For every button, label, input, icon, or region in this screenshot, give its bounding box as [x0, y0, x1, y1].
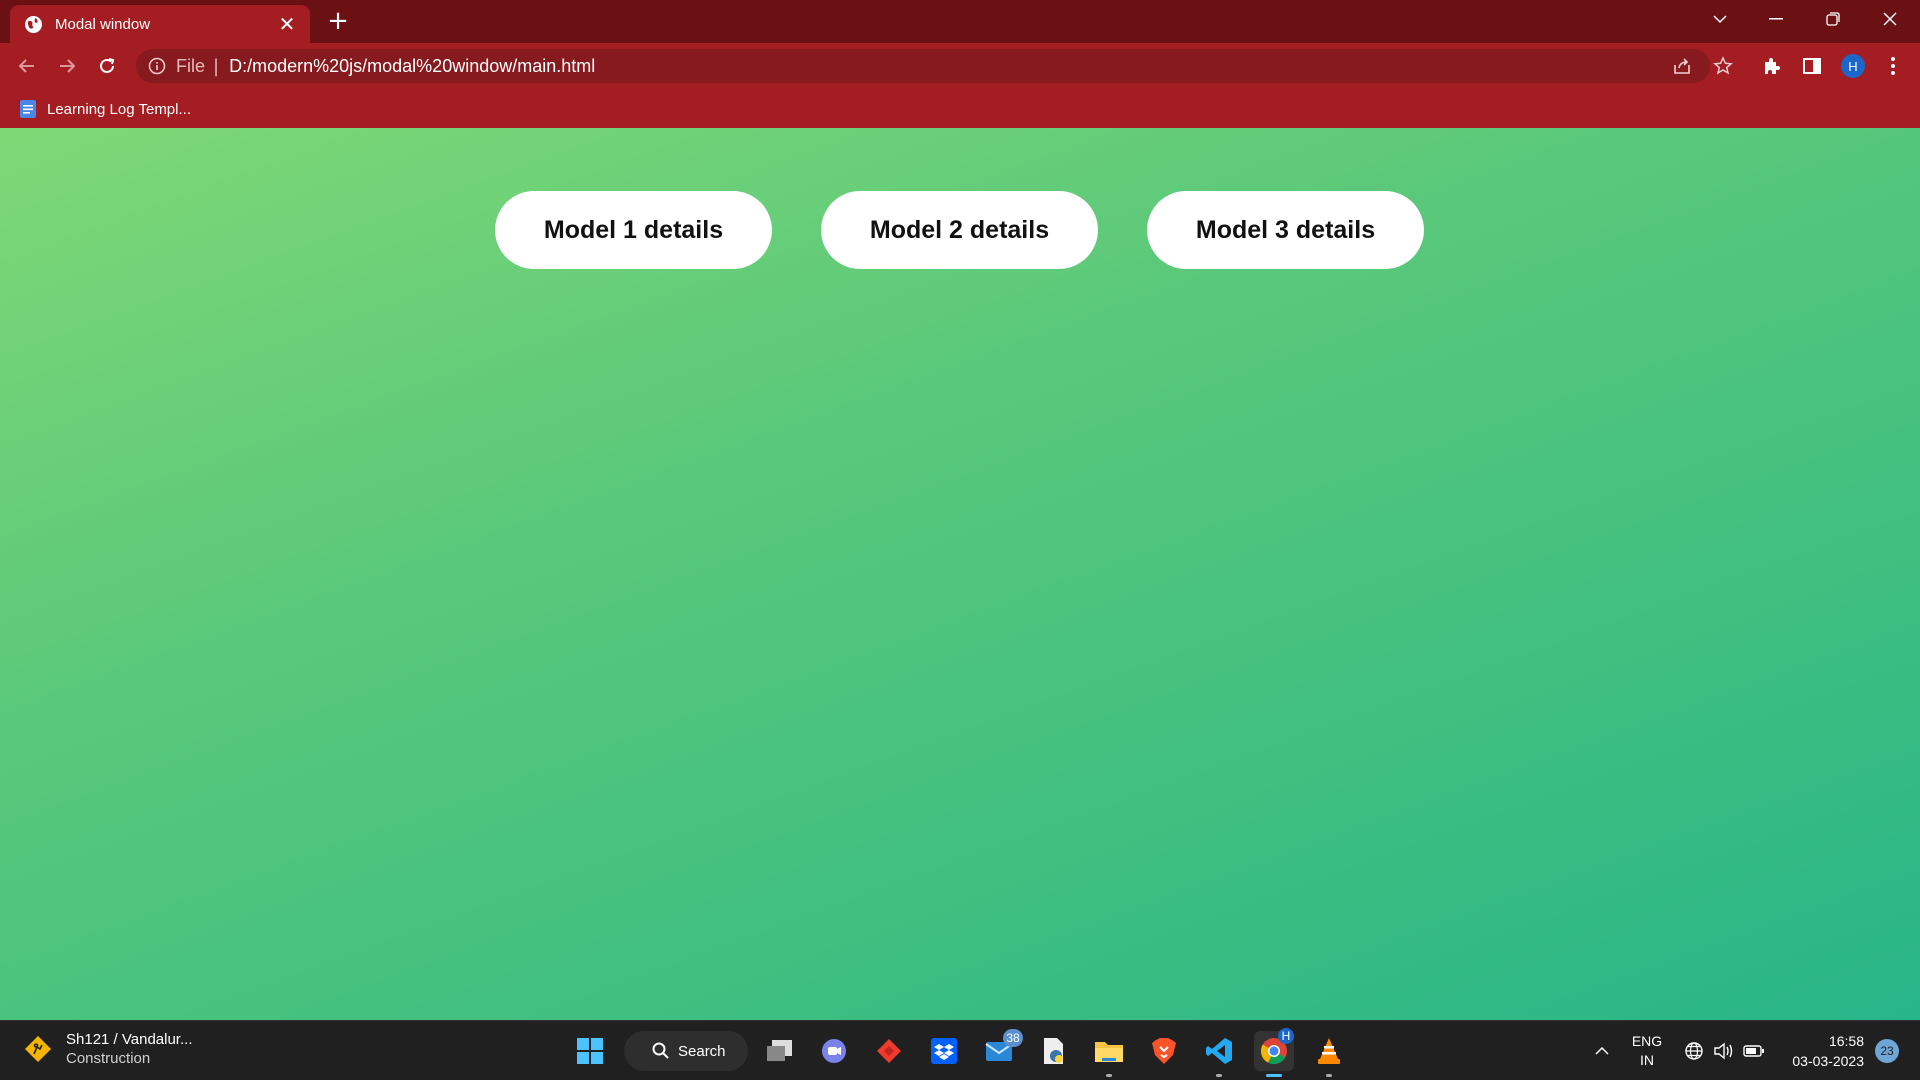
side-panel-icon[interactable] — [1797, 51, 1827, 81]
notification-center[interactable]: 23 — [1872, 1021, 1902, 1080]
running-indicator — [1266, 1074, 1282, 1077]
back-arrow-icon[interactable] — [12, 51, 42, 81]
taskbar: Sh121 / Vandalur... Construction Search … — [0, 1020, 1920, 1080]
model-1-details-button[interactable]: Model 1 details — [495, 191, 772, 269]
browser-toolbar: File | D:/modern%20js/modal%20window/mai… — [0, 43, 1920, 89]
profile-avatar[interactable]: H — [1838, 51, 1868, 81]
clock-date: 03-03-2023 — [1792, 1053, 1864, 1069]
show-hidden-icons-chevron-icon[interactable] — [1586, 1021, 1618, 1080]
tab-search-icon[interactable] — [1692, 0, 1748, 38]
bookmark-star-icon[interactable] — [1708, 51, 1738, 81]
chrome-profile-badge: H — [1278, 1028, 1294, 1044]
address-bar[interactable]: File | D:/modern%20js/modal%20window/mai… — [136, 49, 1710, 83]
weather-widget[interactable]: Sh121 / Vandalur... Construction — [22, 1031, 192, 1067]
vlc-icon[interactable] — [1309, 1031, 1349, 1077]
url-text[interactable]: D:/modern%20js/modal%20window/main.html — [229, 56, 595, 77]
google-docs-icon — [20, 100, 36, 118]
task-view-icon[interactable] — [760, 1031, 800, 1071]
bookmark-learning-log[interactable]: Learning Log Templ... — [18, 96, 191, 122]
windows-start-icon[interactable] — [570, 1031, 610, 1071]
tab-close-icon[interactable]: ✕ — [276, 14, 298, 34]
page-viewport: Model 1 details Model 2 details Model 3 … — [0, 128, 1920, 1020]
reload-icon[interactable] — [92, 51, 122, 81]
bookmarks-bar: Learning Log Templ... — [0, 89, 1920, 128]
language-code: ENG — [1631, 1033, 1663, 1049]
forward-arrow-icon[interactable] — [52, 51, 82, 81]
search-label: Search — [678, 1042, 726, 1060]
dropbox-icon[interactable] — [924, 1031, 964, 1071]
url-scheme: File — [176, 55, 206, 76]
battery-icon[interactable] — [1740, 1021, 1768, 1080]
weather-title: Sh121 / Vandalur... — [66, 1031, 193, 1048]
python-file-icon[interactable] — [1034, 1031, 1074, 1071]
teams-chat-icon[interactable] — [814, 1031, 854, 1071]
browser-tab-active[interactable]: Modal window ✕ — [10, 5, 310, 43]
minimize-icon[interactable] — [1748, 0, 1804, 38]
info-icon[interactable] — [148, 57, 166, 75]
model-3-details-button[interactable]: Model 3 details — [1147, 191, 1424, 269]
road-warning-icon — [25, 1036, 51, 1062]
tab-strip: Modal window ✕ + — [0, 0, 1920, 43]
anydesk-icon[interactable] — [869, 1031, 909, 1071]
close-window-icon[interactable] — [1862, 0, 1918, 38]
mail-icon[interactable]: 38 — [979, 1029, 1023, 1071]
search-icon — [652, 1042, 669, 1059]
url-separator: | — [213, 55, 220, 77]
clock[interactable]: 16:58 03-03-2023 — [1778, 1021, 1864, 1080]
share-icon[interactable] — [1667, 51, 1697, 81]
mail-badge: 38 — [1003, 1029, 1023, 1047]
language-region: IN — [1640, 1052, 1654, 1068]
taskbar-search[interactable]: Search — [624, 1031, 748, 1071]
chrome-icon[interactable]: H — [1254, 1028, 1294, 1077]
running-indicator — [1216, 1074, 1222, 1077]
restore-icon[interactable] — [1805, 0, 1861, 38]
menu-kebab-icon[interactable] — [1878, 51, 1908, 81]
language-indicator[interactable]: ENG IN — [1624, 1021, 1670, 1080]
avatar: H — [1841, 54, 1865, 78]
notification-count-badge: 23 — [1875, 1039, 1899, 1063]
running-indicator — [1106, 1074, 1112, 1077]
weather-subtitle: Construction — [66, 1050, 151, 1067]
brave-browser-icon[interactable] — [1144, 1031, 1184, 1071]
running-indicator — [1326, 1074, 1332, 1077]
extensions-icon[interactable] — [1756, 51, 1786, 81]
vscode-icon[interactable] — [1199, 1031, 1239, 1077]
tab-title: Modal window — [55, 15, 151, 33]
globe-icon — [24, 15, 43, 33]
volume-icon[interactable] — [1710, 1021, 1738, 1080]
clock-time: 16:58 — [1828, 1033, 1864, 1049]
model-2-details-button[interactable]: Model 2 details — [821, 191, 1098, 269]
file-explorer-icon[interactable] — [1089, 1031, 1129, 1077]
bookmark-label: Learning Log Templ... — [47, 100, 191, 118]
network-globe-icon[interactable] — [1680, 1021, 1708, 1080]
new-tab-button[interactable]: + — [323, 6, 353, 36]
